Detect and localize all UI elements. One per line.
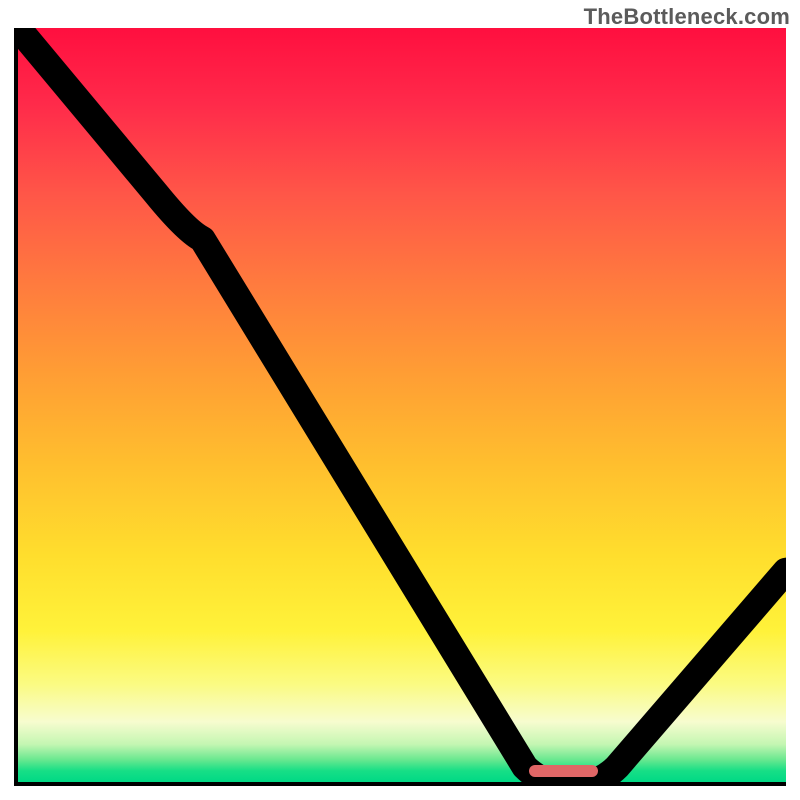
watermark-text: TheBottleneck.com: [584, 4, 790, 30]
chart-frame: TheBottleneck.com: [0, 0, 800, 800]
optimal-range-marker: [529, 765, 598, 777]
plot-area: [14, 28, 786, 786]
bottleneck-curve: [18, 28, 786, 782]
